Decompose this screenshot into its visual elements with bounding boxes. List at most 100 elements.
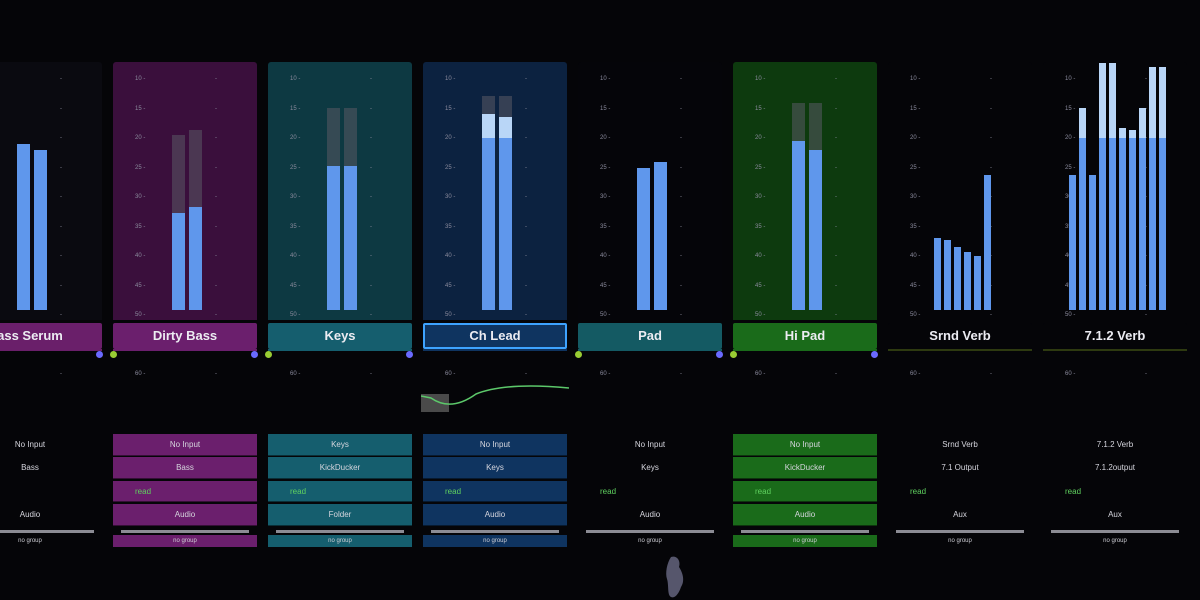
volume-fader[interactable] — [431, 530, 559, 533]
volume-fader[interactable] — [0, 530, 94, 533]
io-input-field[interactable]: Keys — [268, 434, 412, 456]
level-meter-bar — [1138, 107, 1146, 310]
scale-tick-label: 20 - — [135, 135, 146, 141]
io-automation-field[interactable]: read — [268, 481, 412, 502]
group-field[interactable]: no group — [1043, 535, 1187, 547]
volume-fader[interactable] — [1051, 530, 1179, 533]
volume-fader[interactable] — [741, 530, 869, 533]
io-output-field[interactable]: Keys — [423, 457, 567, 479]
output-indicator-dot[interactable] — [406, 351, 413, 358]
io-type-field[interactable]: Aux — [1043, 504, 1187, 525]
output-indicator-dot[interactable] — [96, 351, 103, 358]
meter-background — [578, 62, 722, 320]
io-input-field[interactable]: No Input — [0, 434, 102, 455]
scale-tick-label: 15 - — [600, 105, 611, 112]
io-input-field[interactable]: Srnd Verb — [888, 434, 1032, 455]
io-type-field[interactable]: Audio — [113, 504, 257, 526]
scale-tick-label: 25 - — [910, 164, 921, 171]
io-output-field[interactable]: Bass — [0, 457, 102, 478]
io-input-field[interactable]: No Input — [733, 434, 877, 456]
volume-fader[interactable] — [586, 530, 714, 533]
group-field[interactable]: no group — [578, 535, 722, 547]
io-input-field[interactable]: No Input — [423, 434, 567, 456]
io-automation-field[interactable]: read — [733, 481, 877, 502]
track-name-bass-serum[interactable]: ass Serum — [0, 323, 102, 349]
scale-tick-mark: - — [60, 194, 62, 200]
track-name-keys[interactable]: Keys — [268, 323, 412, 349]
output-indicator-dot[interactable] — [716, 351, 723, 358]
io-type-field[interactable]: Audio — [423, 504, 567, 526]
group-field[interactable]: no group — [733, 535, 877, 547]
scale-tick-label: 10 - — [1065, 76, 1076, 82]
input-indicator-dot[interactable] — [575, 351, 582, 358]
io-type-field[interactable]: Audio — [0, 504, 102, 525]
scale-tick-label: 30 - — [445, 194, 456, 200]
io-automation-field[interactable]: read — [113, 481, 257, 502]
input-indicator-dot[interactable] — [265, 351, 272, 358]
track-name-hi-pad[interactable]: Hi Pad — [733, 323, 877, 349]
meter-peak — [499, 116, 512, 138]
volume-fader[interactable] — [276, 530, 404, 533]
io-automation-field[interactable]: read — [1043, 481, 1187, 502]
scale-tick-mark: - — [215, 223, 217, 230]
io-output-field[interactable]: KickDucker — [733, 457, 877, 479]
io-input-field[interactable]: No Input — [113, 434, 257, 456]
scale-tick-mark: - — [525, 282, 527, 289]
io-output-field[interactable]: Bass — [113, 457, 257, 479]
io-automation-field[interactable]: read — [888, 481, 1032, 502]
io-input-field[interactable]: No Input — [578, 434, 722, 455]
scale-tick-mark: - — [215, 164, 217, 171]
scale-tick-mark: - — [60, 135, 62, 141]
track-name-pad[interactable]: Pad — [578, 323, 722, 349]
scale-tick-label: 40 - — [290, 253, 301, 259]
io-type-field[interactable]: Audio — [733, 504, 877, 526]
automation-curve[interactable] — [421, 378, 569, 414]
track-name-srnd-verb[interactable]: Srnd Verb — [888, 323, 1032, 349]
scale-tick-label: 50 - — [445, 312, 456, 318]
scale-tick-label: 20 - — [600, 135, 611, 141]
group-field[interactable]: no group — [888, 535, 1032, 547]
scale-tick-mark: - — [370, 253, 372, 259]
scale-tick-label: 10 - — [600, 76, 611, 82]
volume-fader[interactable] — [896, 530, 1024, 533]
scale-tick-label: 40 - — [755, 253, 766, 259]
group-field[interactable]: no group — [0, 535, 102, 547]
io-automation-field[interactable]: read — [578, 481, 722, 502]
scale-tick-label: 50 - — [135, 312, 146, 318]
scale-tick-label: 35 - — [600, 223, 611, 230]
io-output-field[interactable]: Keys — [578, 457, 722, 478]
output-indicator-dot[interactable] — [251, 351, 258, 358]
io-output-field[interactable]: KickDucker — [268, 457, 412, 479]
group-field[interactable]: no group — [423, 535, 567, 547]
level-meter-bar — [189, 206, 202, 310]
track-name-712-verb[interactable]: 7.1.2 Verb — [1043, 323, 1187, 349]
scale-tick-label: 25 - — [445, 164, 456, 171]
io-automation-field[interactable]: read — [423, 481, 567, 502]
scale-tick-label: 10 - — [445, 76, 456, 82]
volume-fader[interactable] — [121, 530, 249, 533]
scale-tick-label: 20 - — [910, 135, 921, 141]
scale-tick-mark: - — [215, 312, 217, 318]
io-input-field[interactable]: 7.1.2 Verb — [1043, 434, 1187, 455]
group-field[interactable]: no group — [268, 535, 412, 547]
io-type-field[interactable]: Audio — [578, 504, 722, 525]
scale-tick-mark: - — [990, 371, 992, 377]
scale-tick-label: 45 - — [910, 282, 921, 289]
input-indicator-dot[interactable] — [730, 351, 737, 358]
scale-tick-mark: - — [990, 135, 992, 141]
scale-tick-label: 35 - — [290, 223, 301, 230]
group-field[interactable]: no group — [113, 535, 257, 547]
io-automation-field[interactable] — [0, 481, 102, 502]
scale-tick-mark: - — [60, 223, 62, 230]
scale-tick-mark: - — [370, 76, 372, 82]
output-indicator-dot[interactable] — [871, 351, 878, 358]
input-indicator-dot[interactable] — [110, 351, 117, 358]
io-output-field[interactable]: 7.1.2output — [1043, 457, 1187, 478]
io-type-field[interactable]: Folder — [268, 504, 412, 526]
track-name-ch-lead[interactable]: Ch Lead — [423, 323, 567, 349]
track-name-dirty-bass[interactable]: Dirty Bass — [113, 323, 257, 349]
meter-background — [113, 62, 257, 320]
io-type-field[interactable]: Aux — [888, 504, 1032, 525]
io-output-field[interactable]: 7.1 Output — [888, 457, 1032, 478]
level-meter-bar — [983, 175, 991, 310]
